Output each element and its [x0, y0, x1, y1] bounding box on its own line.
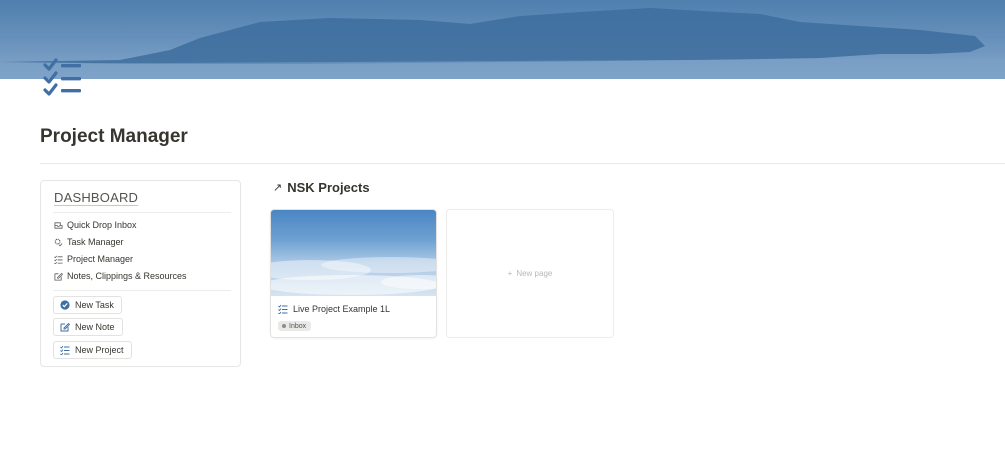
new-project-button[interactable]: New Project — [53, 341, 132, 359]
page-cover — [0, 0, 1005, 79]
button-label: New Note — [75, 322, 115, 332]
plus-icon: + — [507, 269, 513, 278]
divider — [40, 163, 1005, 164]
check-circle-icon — [60, 300, 70, 310]
status-badge-label: Inbox — [289, 322, 307, 330]
card-cover-image — [271, 210, 436, 296]
new-task-button[interactable]: New Task — [53, 296, 122, 314]
gallery-title[interactable]: ↗ NSK Projects — [273, 180, 370, 195]
checklist-icon — [54, 255, 63, 264]
link-project-manager[interactable]: Project Manager — [54, 254, 133, 264]
status-badge: Inbox — [278, 321, 312, 331]
checklist-icon — [278, 304, 288, 314]
dashboard-title: DASHBOARD — [54, 190, 139, 205]
page-title: Project Manager — [40, 126, 188, 147]
dashboard-panel: DASHBOARD Quick Drop Inbox Task Manager … — [40, 180, 241, 367]
edit-icon — [60, 322, 70, 332]
button-label: New Project — [75, 345, 124, 355]
gear-check-icon — [54, 238, 63, 246]
dashboard-divider — [53, 290, 231, 291]
status-dot — [282, 324, 286, 328]
gallery-card[interactable]: Live Project Example 1L Inbox — [270, 209, 437, 338]
link-label: Notes, Clippings & Resources — [67, 271, 187, 281]
checklist-icon[interactable] — [42, 58, 84, 96]
edit-icon — [54, 272, 63, 281]
link-quick-drop-inbox[interactable]: Quick Drop Inbox — [54, 220, 137, 230]
card-title-text: Live Project Example 1L — [293, 304, 391, 314]
dashboard-divider — [53, 212, 231, 213]
inbox-icon — [54, 221, 63, 229]
card-title: Live Project Example 1L — [278, 304, 390, 314]
new-page-button[interactable]: + New page — [446, 209, 614, 338]
link-task-manager[interactable]: Task Manager — [54, 237, 124, 247]
link-label: Project Manager — [67, 254, 134, 264]
link-notes-clippings-resources[interactable]: Notes, Clippings & Resources — [54, 271, 187, 281]
button-label: New Task — [75, 300, 114, 310]
new-page-label: New page — [516, 269, 553, 278]
checklist-icon — [60, 345, 70, 355]
link-arrow-icon: ↗ — [273, 182, 283, 194]
new-note-button[interactable]: New Note — [53, 318, 123, 336]
gallery-title-text: NSK Projects — [287, 180, 370, 195]
link-label: Quick Drop Inbox — [67, 220, 137, 230]
link-label: Task Manager — [67, 237, 124, 247]
